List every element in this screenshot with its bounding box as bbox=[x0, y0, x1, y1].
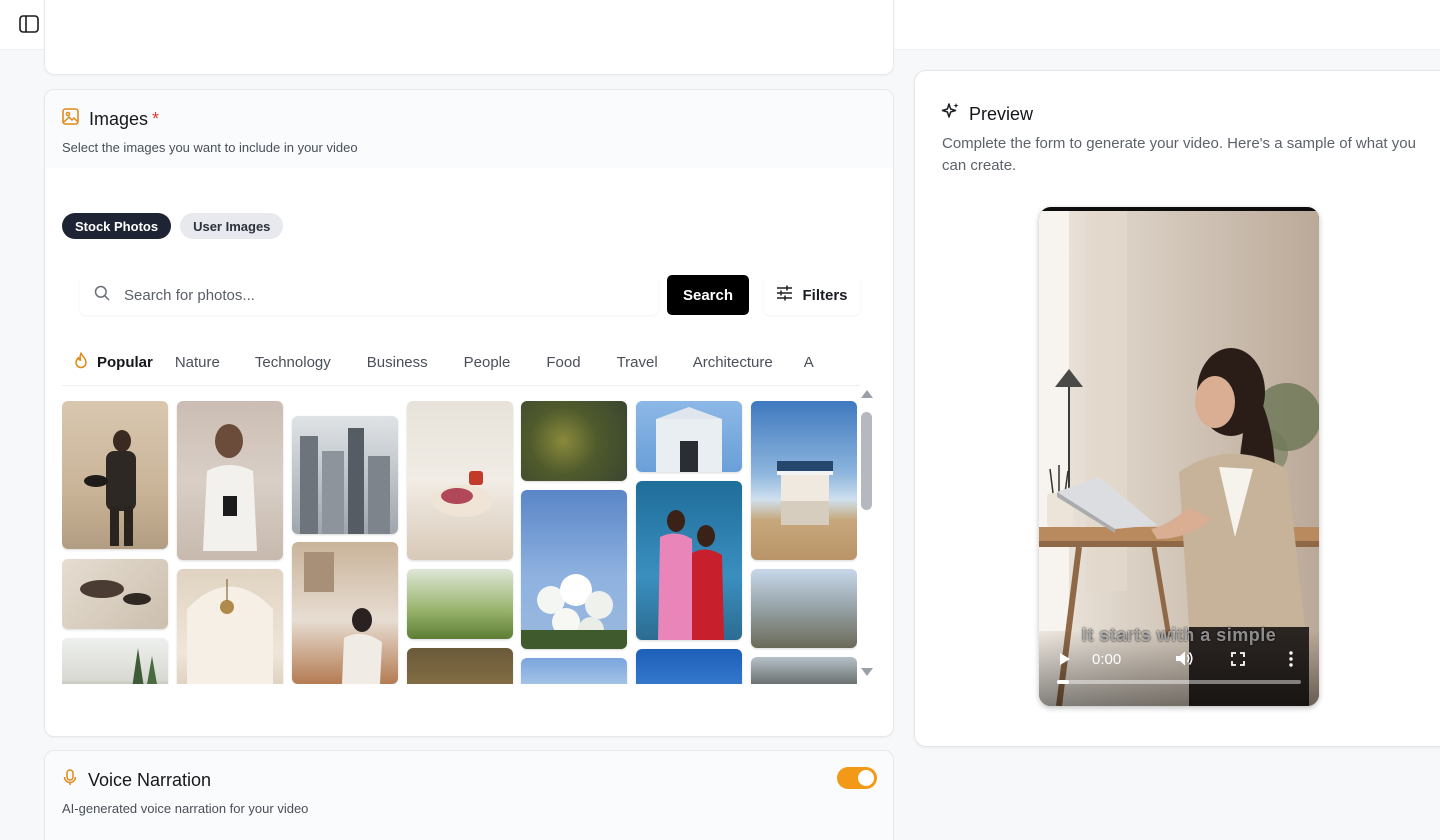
image-icon bbox=[62, 108, 79, 130]
voice-narration-subtitle: AI-generated voice narration for your vi… bbox=[62, 801, 309, 816]
stock-photo[interactable] bbox=[407, 569, 513, 639]
images-section-title: Images bbox=[89, 108, 149, 129]
video-progress-bar[interactable] bbox=[1057, 680, 1301, 684]
stock-photo[interactable] bbox=[751, 657, 857, 684]
filters-label: Filters bbox=[802, 286, 848, 304]
category-people[interactable]: People bbox=[464, 354, 511, 371]
scroll-down-arrow-icon[interactable] bbox=[861, 668, 873, 676]
voice-narration-title: Voice Narration bbox=[88, 769, 212, 790]
form-column: Images * Select the images you want to i… bbox=[44, 0, 894, 840]
category-label: Popular bbox=[97, 354, 153, 371]
search-icon bbox=[94, 285, 110, 306]
sliders-icon bbox=[776, 285, 793, 305]
flame-icon bbox=[74, 352, 88, 373]
images-section-subtitle: Select the images you want to include in… bbox=[62, 140, 358, 155]
stock-photo[interactable] bbox=[521, 490, 627, 649]
voice-narration-card: Voice Narration AI-generated voice narra… bbox=[44, 750, 894, 840]
scroll-up-arrow-icon[interactable] bbox=[861, 390, 873, 398]
stock-photo[interactable] bbox=[177, 569, 283, 684]
stock-photo[interactable] bbox=[62, 559, 168, 629]
stock-photo[interactable] bbox=[636, 481, 742, 640]
stock-photo[interactable] bbox=[751, 569, 857, 648]
stock-photo[interactable] bbox=[636, 401, 742, 472]
tab-stock-photos[interactable]: Stock Photos bbox=[62, 213, 172, 239]
stock-photo[interactable] bbox=[751, 401, 857, 560]
previous-section-card bbox=[44, 0, 894, 75]
video-current-time: 0:00 bbox=[1092, 651, 1122, 668]
stock-photo-gallery bbox=[62, 401, 857, 684]
stock-photo[interactable] bbox=[292, 542, 398, 684]
category-tabs: Popular Nature Technology Business Peopl… bbox=[62, 340, 860, 386]
toggle-knob bbox=[858, 770, 874, 786]
search-box bbox=[80, 275, 658, 315]
stock-photo[interactable] bbox=[62, 638, 168, 684]
stock-photo[interactable] bbox=[407, 648, 513, 684]
voice-narration-header: Voice Narration AI-generated voice narra… bbox=[45, 751, 893, 840]
stock-photo[interactable] bbox=[177, 401, 283, 560]
sparkles-icon bbox=[941, 102, 960, 126]
stock-photo[interactable] bbox=[407, 401, 513, 560]
category-business[interactable]: Business bbox=[367, 354, 428, 371]
video-controls: 0:00 bbox=[1039, 630, 1319, 706]
stock-photo[interactable] bbox=[292, 416, 398, 534]
images-section-header: Images * Select the images you want to i… bbox=[45, 90, 893, 168]
preview-description: Complete the form to generate your video… bbox=[942, 135, 1416, 174]
category-technology[interactable]: Technology bbox=[255, 354, 331, 371]
preview-title: Preview bbox=[969, 103, 1034, 124]
category-travel[interactable]: Travel bbox=[617, 354, 658, 371]
category-food[interactable]: Food bbox=[546, 354, 580, 371]
volume-icon[interactable] bbox=[1175, 650, 1194, 672]
image-source-tabs: Stock Photos User Images bbox=[62, 213, 284, 239]
images-section-card: Images * Select the images you want to i… bbox=[44, 89, 894, 737]
sample-video-player[interactable]: It starts with a simple 0:00 bbox=[1039, 207, 1319, 706]
stock-photo[interactable] bbox=[521, 401, 627, 481]
category-nature[interactable]: Nature bbox=[175, 354, 220, 371]
gallery-scrollbar[interactable] bbox=[860, 390, 874, 680]
video-progress-fill bbox=[1057, 680, 1070, 684]
microphone-icon bbox=[62, 769, 78, 791]
play-icon[interactable] bbox=[1059, 652, 1071, 671]
more-options-icon[interactable] bbox=[1289, 651, 1293, 672]
search-button[interactable]: Search bbox=[667, 275, 749, 315]
voice-narration-toggle[interactable] bbox=[837, 767, 877, 789]
stock-photo[interactable] bbox=[521, 658, 627, 684]
fullscreen-icon[interactable] bbox=[1231, 652, 1245, 671]
category-more[interactable]: A bbox=[804, 354, 814, 371]
preview-card: Preview Complete the form to generate yo… bbox=[914, 70, 1440, 747]
stock-photo[interactable] bbox=[636, 649, 742, 684]
tab-user-images[interactable]: User Images bbox=[180, 213, 284, 239]
stock-photo[interactable] bbox=[62, 401, 168, 549]
category-architecture[interactable]: Architecture bbox=[693, 354, 773, 371]
search-input[interactable] bbox=[124, 286, 624, 304]
required-marker: * bbox=[152, 108, 160, 129]
photo-search-row: Search Filters bbox=[80, 275, 860, 315]
scroll-thumb[interactable] bbox=[861, 412, 872, 510]
sidebar-panel-icon[interactable] bbox=[18, 14, 40, 34]
category-popular[interactable]: Popular bbox=[74, 352, 153, 373]
filters-button[interactable]: Filters bbox=[764, 275, 860, 315]
